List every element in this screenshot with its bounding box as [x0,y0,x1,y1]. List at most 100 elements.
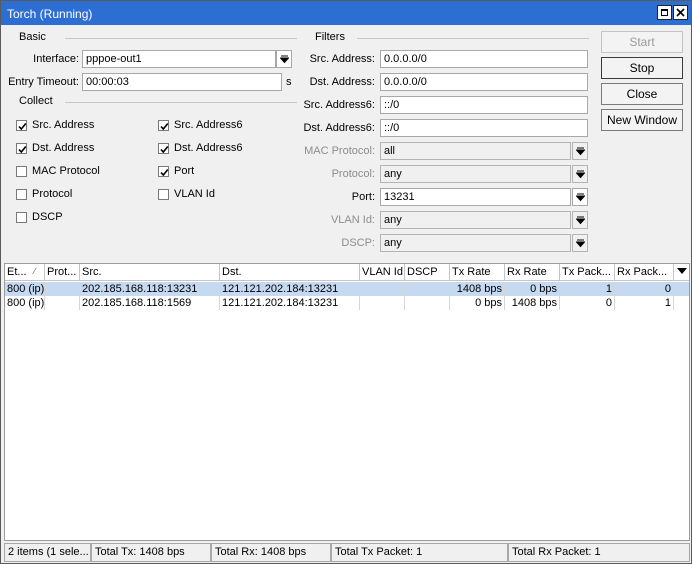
checkbox-dst-address6[interactable] [158,143,169,154]
entry-timeout-label: Entry Timeout: [8,76,79,88]
table-cell: 0 bps [505,282,560,296]
checkbox-protocol[interactable] [16,189,27,200]
basic-divider [65,38,297,39]
title-bar[interactable]: Torch (Running) [1,1,691,25]
dropdown-arrow-icon [576,239,585,248]
filter-input-src-address[interactable]: 0.0.0.0/0 [380,50,588,68]
column-header-dscp[interactable]: DSCP [405,264,450,281]
checkbox-dst-address[interactable] [16,143,27,154]
dropdown-arrow-icon [576,216,585,225]
filter-input-port[interactable]: 13231 [380,188,571,206]
maximize-icon [661,9,668,16]
sort-indicator-icon: ∕ [34,266,36,276]
filter-input-vlan-id[interactable]: any [380,211,571,229]
interface-select[interactable]: pppoe-out1 [82,50,276,68]
table-cell [360,296,405,310]
table-cell: 1408 bps [450,282,505,296]
checkmark-icon [160,168,169,177]
dropdown-arrow-icon [280,55,289,64]
dropdown-arrow-icon [576,170,585,179]
checkmark-icon [160,145,169,154]
checkbox-label-vlan-id: VLAN Id [174,188,215,200]
table-cell [45,282,80,296]
filter-dropdown-vlan-id[interactable] [572,211,588,229]
checkmark-icon [18,145,27,154]
close-button[interactable]: Close [601,83,683,105]
torch-traffic-table: Et... Prot... Src. Dst. VLAN Id DSCP Tx Rate Rx… [4,263,690,541]
checkbox-label-dscp: DSCP [32,211,63,223]
new-window-button[interactable]: New Window [601,109,683,131]
checkbox-label-protocol: Protocol [32,188,73,200]
filter-label-port: Port: [351,191,375,203]
column-header-et[interactable]: Et... [5,264,45,281]
checkbox-src-address6[interactable] [158,120,169,131]
dropdown-arrow-icon [576,147,585,156]
filter-dropdown-port[interactable] [572,188,588,206]
column-header-rx-rate[interactable]: Rx Rate [505,264,560,281]
start-button[interactable]: Start [601,31,683,53]
status-total-rx-packet: Total Rx Packet: 1 [508,543,690,562]
dropdown-arrow-icon [576,193,585,202]
filter-input-dst-address6[interactable]: ::/0 [380,119,588,137]
filter-dropdown-protocol[interactable] [572,165,588,183]
filter-input-mac-protocol[interactable]: all [380,142,571,160]
filter-input-dscp[interactable]: any [380,234,571,252]
column-header-vlan-id[interactable]: VLAN Id [360,264,405,281]
table-cell: 202.185.168.118:1569 [80,296,220,310]
filter-input-protocol[interactable]: any [380,165,571,183]
filter-label-dscp: DSCP: [341,237,375,249]
filter-label-src-address: Src. Address: [309,53,375,65]
checkbox-port[interactable] [158,166,169,177]
table-cell: 1408 bps [505,296,560,310]
filter-input-src-address6[interactable]: ::/0 [380,96,588,114]
column-header-rx-pack[interactable]: Rx Pack... [615,264,674,281]
entry-timeout-input[interactable]: 00:00:03 [82,73,282,91]
filter-label-vlan-id: VLAN Id: [330,214,375,226]
checkbox-label-mac-protocol: MAC Protocol [32,165,100,177]
table-cell: 0 bps [450,296,505,310]
checkbox-label-dst-address6: Dst. Address6 [174,142,243,154]
filters-group-label: Filters [315,31,345,43]
column-header-tx-rate[interactable]: Tx Rate [450,264,505,281]
table-row[interactable]: 800 (ip) 202.185.168.118:13231 121.121.202… [5,282,689,296]
checkbox-mac-protocol[interactable] [16,166,27,177]
column-header-tx-pack[interactable]: Tx Pack... [560,264,615,281]
filter-label-dst-address: Dst. Address: [309,76,375,88]
column-header-dst[interactable]: Dst. [220,264,360,281]
filter-label-src-address6: Src. Address6: [303,99,375,111]
interface-dropdown-button[interactable] [276,50,292,68]
table-cell: 0 [615,282,674,296]
table-cell: 202.185.168.118:13231 [80,282,220,296]
triangle-down-icon [677,268,687,274]
entry-timeout-unit: s [286,76,292,88]
checkbox-vlan-id[interactable] [158,189,169,200]
table-cell: 1 [615,296,674,310]
filter-label-protocol: Protocol: [331,168,375,180]
checkbox-src-address[interactable] [16,120,27,131]
column-header-prot[interactable]: Prot... [45,264,80,281]
interface-label: Interface: [33,53,79,65]
table-cell: 0 [560,296,615,310]
table-cell [405,296,450,310]
close-window-button[interactable] [673,5,688,20]
table-cell: 1 [560,282,615,296]
checkmark-icon [18,122,27,131]
filters-divider [357,38,589,39]
basic-group-label: Basic [19,31,46,43]
column-menu-button[interactable] [674,264,689,281]
filter-input-dst-address[interactable]: 0.0.0.0/0 [380,73,588,91]
table-cell: 121.121.202.184:13231 [220,296,360,310]
table-cell: 800 (ip) [7,296,45,310]
column-header-src[interactable]: Src. [80,264,220,281]
checkbox-label-dst-address: Dst. Address [32,142,95,154]
checkmark-icon [160,122,169,131]
table-row[interactable]: 800 (ip) 202.185.168.118:1569 121.121.202.… [5,296,689,310]
status-total-tx-packet: Total Tx Packet: 1 [331,543,508,562]
filter-dropdown-dscp[interactable] [572,234,588,252]
status-items-count: 2 items (1 sele... [4,543,91,562]
stop-button[interactable]: Stop [601,57,683,79]
filter-dropdown-mac-protocol[interactable] [572,142,588,160]
filter-label-mac-protocol: MAC Protocol: [304,145,375,157]
maximize-button[interactable] [657,5,672,20]
checkbox-dscp[interactable] [16,212,27,223]
